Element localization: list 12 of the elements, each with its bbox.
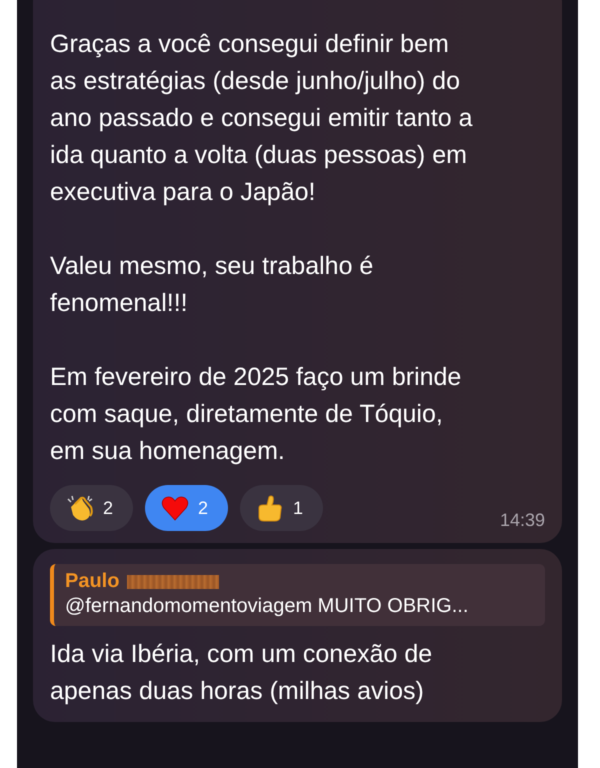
reply-text: @fernandomomentoviagem MUITO OBRIG... bbox=[65, 595, 470, 618]
message-text: Em fevereiro de 2025 faço um brinde com saque, diretamente de Tóquio, em sua homenagem. bbox=[50, 362, 462, 467]
reply-quote[interactable]: Paulo @fernandomomentoviagem MUITO OBRIG... bbox=[50, 564, 545, 626]
clapping-hands-icon bbox=[65, 493, 95, 523]
reaction-button[interactable]: 1 bbox=[240, 485, 324, 531]
reply-author: Paulo bbox=[65, 570, 120, 593]
reaction-button[interactable]: 2 bbox=[145, 485, 228, 531]
reaction-button[interactable]: 2 bbox=[50, 485, 134, 531]
message-text: Graças a você consegui definir bem as estratégias (desde junho/julho) do ano passado e consegui emitir tanto a ida quanto a volta (duas pessoas) em executiva para o Japão! bbox=[50, 29, 474, 208]
message-text: Valeu mesmo, seu trabalho é fenomenal!!! bbox=[50, 251, 374, 319]
message-time: 14:39 bbox=[500, 510, 545, 531]
message-text: Ida via Ibéria, com um conexão de apenas duas horas (milhas avios) bbox=[50, 639, 434, 707]
